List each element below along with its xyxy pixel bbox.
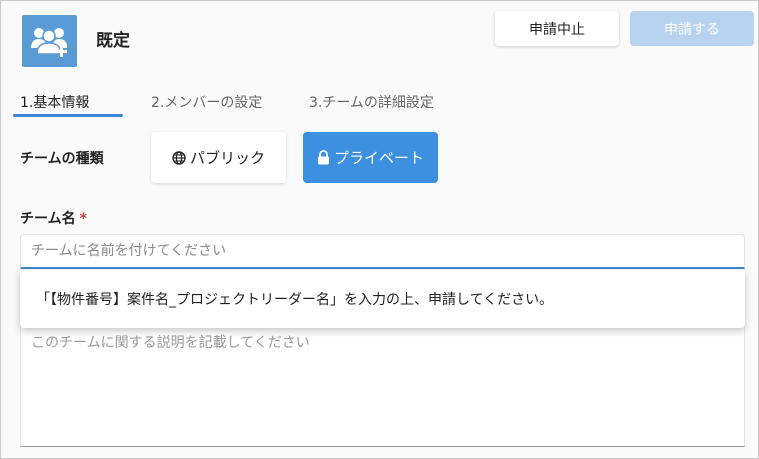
private-option-label: プライベート	[333, 149, 424, 167]
description-textarea[interactable]	[20, 319, 745, 447]
required-mark: *	[79, 211, 87, 227]
team-name-label: チーム名 *	[20, 208, 87, 228]
tab-basic-info[interactable]: 1.基本情報	[20, 92, 89, 112]
apply-button[interactable]: 申請する	[630, 11, 754, 46]
public-option-label: パブリック	[189, 149, 265, 167]
active-tab-indicator	[13, 114, 123, 117]
lock-icon	[317, 150, 330, 165]
private-option-button[interactable]: プライベート	[303, 132, 438, 183]
public-option-button[interactable]: パブリック	[151, 132, 286, 183]
team-name-label-text: チーム名	[20, 211, 76, 227]
team-add-icon	[22, 15, 77, 67]
team-name-hint-popup: 「【物件番号】案件名_プロジェクトリーダー名」を入力の上、申請してください。	[20, 270, 745, 328]
page-title: 既定	[96, 31, 130, 51]
tab-member-settings[interactable]: 2.メンバーの設定	[151, 92, 262, 112]
team-type-label: チームの種類	[20, 151, 104, 167]
team-name-input[interactable]	[20, 234, 745, 269]
globe-icon	[172, 150, 186, 165]
cancel-request-button[interactable]: 申請中止	[495, 11, 619, 46]
team-create-dialog: 既定 申請中止 申請する 1.基本情報 2.メンバーの設定 3.チームの詳細設定…	[0, 0, 759, 459]
tab-team-details[interactable]: 3.チームの詳細設定	[309, 92, 434, 112]
